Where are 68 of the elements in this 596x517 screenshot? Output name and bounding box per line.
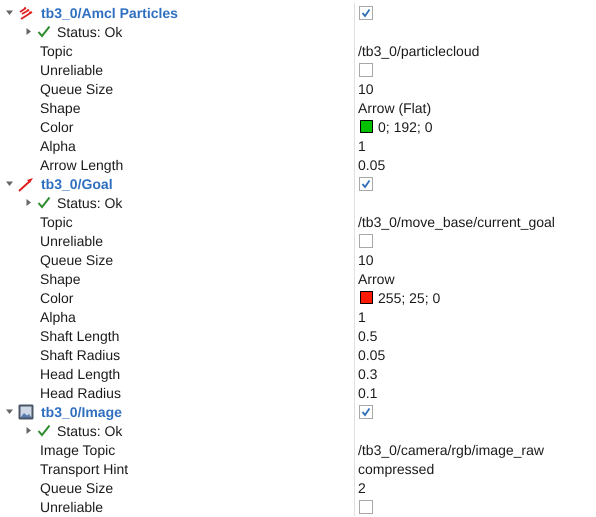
property-label: Color (40, 290, 74, 306)
display-name[interactable]: tb3_0/Image (41, 404, 122, 420)
property-value[interactable]: 0.05 (358, 156, 386, 172)
property-value[interactable]: 0.3 (358, 366, 378, 382)
check-icon (37, 424, 51, 437)
property-value[interactable]: 10 (358, 80, 374, 96)
property-label: Queue Size (40, 252, 114, 268)
property-label: Shaft Radius (40, 346, 120, 362)
image-icon (18, 404, 34, 420)
property-label: Topic (40, 42, 73, 58)
property-label: Alpha (40, 308, 76, 324)
checkbox[interactable] (359, 404, 373, 418)
property-label: Image Topic (40, 442, 116, 458)
collapse-arrow-icon[interactable] (25, 199, 32, 206)
expand-arrow-icon[interactable] (6, 9, 13, 16)
property-label: Alpha (40, 138, 76, 154)
property-label: Transport Hint (40, 460, 128, 476)
property-value[interactable]: Arrow (Flat) (358, 100, 432, 116)
property-label: Queue Size (40, 80, 114, 96)
color-value[interactable]: 255; 25; 0 (378, 290, 440, 306)
property-value[interactable]: 0.1 (358, 384, 378, 400)
checkbox[interactable] (359, 62, 373, 76)
check-icon (361, 178, 371, 188)
checkbox[interactable] (359, 6, 373, 20)
checkbox[interactable] (359, 234, 373, 248)
property-value[interactable]: 1 (358, 308, 366, 324)
property-label: Shaft Length (40, 328, 120, 344)
color-swatch[interactable] (360, 120, 373, 133)
display-name[interactable]: tb3_0/Amcl Particles (41, 4, 178, 20)
property-label: Unreliable (40, 498, 104, 514)
property-value[interactable]: /tb3_0/camera/rgb/image_raw (358, 442, 544, 458)
color-value[interactable]: 0; 192; 0 (378, 118, 432, 134)
property-value[interactable]: 1 (358, 138, 366, 154)
check-icon (37, 196, 51, 209)
property-label: Head Radius (40, 384, 121, 400)
check-icon (37, 25, 51, 38)
check-icon (361, 406, 371, 416)
display-name[interactable]: tb3_0/Goal (41, 176, 113, 192)
property-label: Head Length (40, 366, 120, 382)
expand-arrow-icon[interactable] (6, 408, 13, 415)
status-label: Status: Ok (57, 194, 122, 210)
property-label: Shape (40, 100, 80, 116)
property-value[interactable]: /tb3_0/particlecloud (358, 42, 480, 58)
property-label: Unreliable (40, 232, 104, 248)
property-label: Color (40, 118, 74, 134)
arrows-icon (18, 4, 34, 20)
property-value[interactable]: Arrow (358, 270, 395, 286)
status-label: Status: Ok (57, 422, 122, 438)
collapse-arrow-icon[interactable] (25, 427, 32, 434)
property-label: Arrow Length (40, 156, 124, 172)
property-label: Unreliable (40, 62, 104, 78)
color-swatch[interactable] (360, 291, 373, 304)
checkbox[interactable] (359, 176, 373, 190)
property-value[interactable]: 0.05 (358, 346, 386, 362)
expand-arrow-icon[interactable] (6, 180, 13, 187)
property-label: Queue Size (40, 480, 114, 496)
property-label: Shape (40, 270, 80, 286)
check-icon (361, 8, 371, 18)
checkbox[interactable] (359, 500, 373, 514)
arrow-icon (18, 176, 34, 192)
property-value[interactable]: 10 (358, 252, 374, 268)
property-value[interactable]: compressed (358, 460, 434, 476)
collapse-arrow-icon[interactable] (25, 28, 32, 35)
property-value[interactable]: 2 (358, 480, 366, 496)
property-label: Topic (40, 214, 73, 230)
property-value[interactable]: 0.5 (358, 328, 378, 344)
property-value[interactable]: /tb3_0/move_base/current_goal (358, 214, 555, 230)
status-label: Status: Ok (57, 24, 122, 40)
